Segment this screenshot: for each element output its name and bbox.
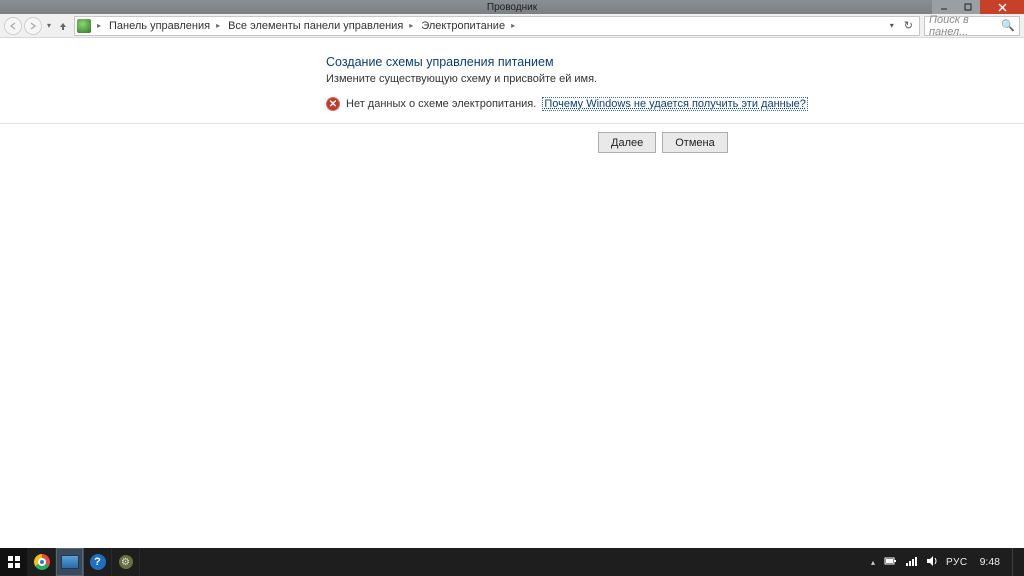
cancel-button[interactable]: Отмена [662,132,727,153]
windows-logo-icon [7,555,21,569]
taskbar: ? ⚙ ▴ РУС 9:48 [0,548,1024,576]
tray-power-icon[interactable] [884,556,898,569]
error-help-link[interactable]: Почему Windows не удается получить эти д… [542,97,808,111]
error-text: Нет данных о схеме электропитания. [346,98,536,110]
chevron-right-icon[interactable]: ▸ [93,21,105,30]
system-tray: ▴ РУС 9:48 [864,548,1024,576]
window-close-button[interactable] [980,0,1024,14]
chevron-right-icon[interactable]: ▸ [405,21,417,30]
gear-icon: ⚙ [119,555,133,569]
tray-volume-icon[interactable] [926,556,938,569]
content-area: Создание схемы управления питанием Измен… [0,38,1024,547]
control-panel-icon [77,19,91,33]
breadcrumb-item[interactable]: Электропитание [419,19,507,33]
search-placeholder: Поиск в панел... [929,14,1001,38]
error-icon: ✕ [326,97,340,111]
address-bar[interactable]: ▸ Панель управления▸ Все элементы панели… [74,16,920,36]
taskbar-app-settings[interactable]: ⚙ [112,548,140,576]
chevron-right-icon[interactable]: ▸ [507,21,519,30]
page-subheading: Измените существующую схему и присвойте … [326,73,1024,85]
address-dropdown-icon[interactable]: ▾ [890,21,894,30]
refresh-button[interactable]: ↻ [900,19,917,32]
tray-network-icon[interactable] [906,556,918,569]
page-heading: Создание схемы управления питанием [326,48,1024,69]
taskbar-app-help[interactable]: ? [84,548,112,576]
tray-clock[interactable]: 9:48 [976,556,1004,568]
taskbar-app-chrome[interactable] [28,548,56,576]
window-minimize-button[interactable] [932,0,956,14]
taskbar-app-explorer[interactable] [56,548,84,576]
show-desktop-button[interactable] [1012,548,1018,576]
window-title: Проводник [487,2,537,13]
start-button[interactable] [0,548,28,576]
tray-overflow-icon[interactable]: ▴ [870,559,876,565]
breadcrumb-item[interactable]: Все элементы панели управления [226,19,405,33]
nav-back-button[interactable] [4,17,22,35]
search-icon: 🔍 [1001,19,1015,32]
window-titlebar: Проводник [0,0,1024,14]
navigation-bar: ▾ ▸ Панель управления▸ Все элементы пане… [0,14,1024,38]
chevron-right-icon[interactable]: ▸ [212,21,224,30]
next-button[interactable]: Далее [598,132,656,153]
tray-language[interactable]: РУС [946,557,968,568]
help-icon: ? [90,554,106,570]
chrome-icon [34,554,50,570]
nav-history-dropdown[interactable]: ▾ [44,21,54,30]
nav-up-button[interactable] [56,21,70,31]
breadcrumb-item[interactable]: Панель управления [107,19,212,33]
window-maximize-button[interactable] [956,0,980,14]
nav-forward-button[interactable] [24,17,42,35]
search-input[interactable]: Поиск в панел... 🔍 [924,16,1020,36]
desktop-icon [61,555,79,569]
